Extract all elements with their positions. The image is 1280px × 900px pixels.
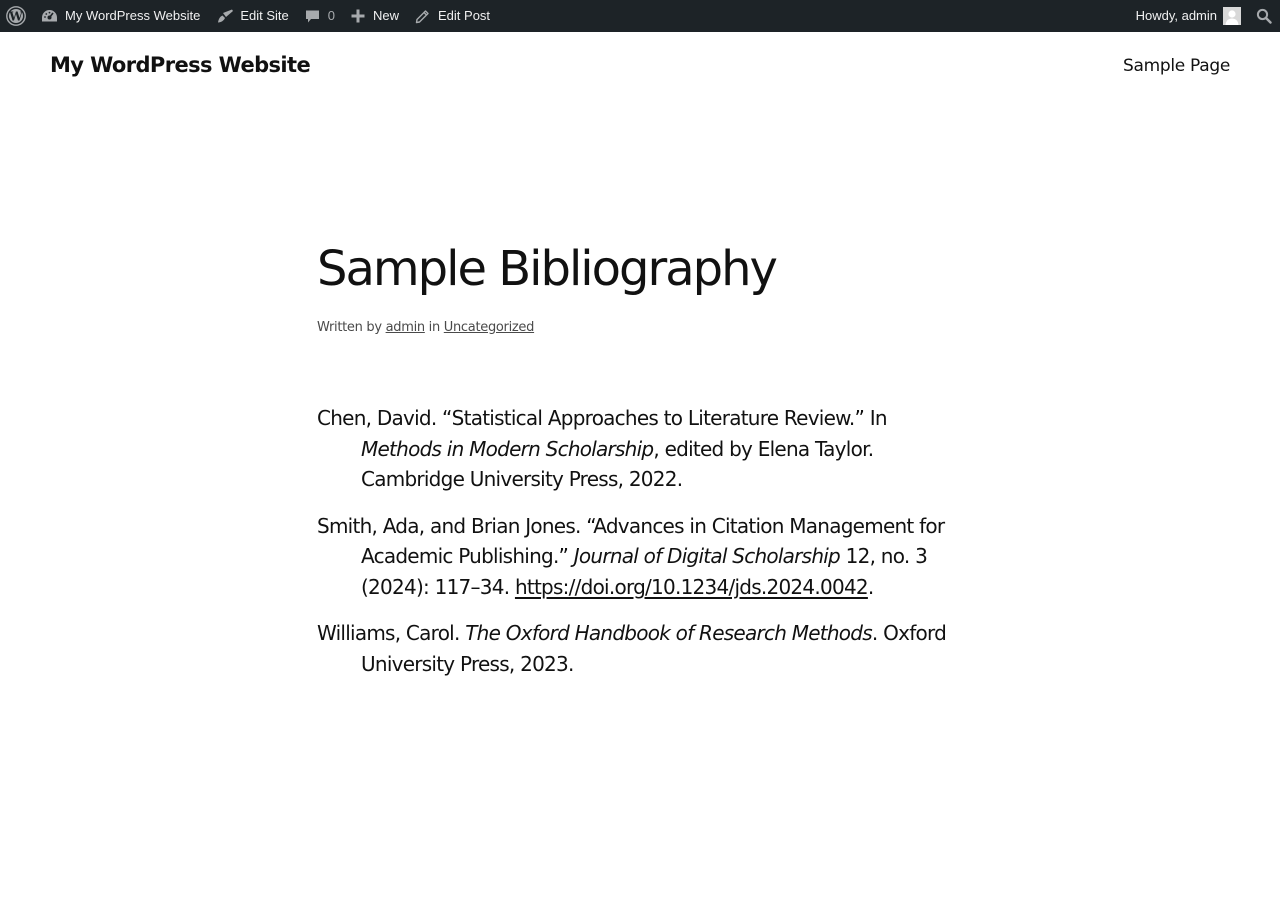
post-meta: Written by admin in Uncategorized [317, 320, 967, 335]
bibliography-entry: Chen, David. “Statistical Approaches to … [317, 403, 967, 495]
admin-bar: W My WordPress Website Edit Site 0 New E… [0, 0, 1280, 32]
edit-site-link[interactable]: Edit Site [208, 0, 296, 32]
site-header: My WordPress Website Sample Page [0, 32, 1280, 104]
plus-icon [351, 9, 365, 23]
entry-title: Journal of Digital Scholarship [573, 544, 841, 568]
written-by-text: Written by [317, 320, 382, 335]
paintbrush-icon [218, 9, 234, 23]
in-text: in [428, 320, 441, 335]
bibliography: Chen, David. “Statistical Approaches to … [317, 403, 967, 679]
wordpress-menu[interactable]: W [0, 0, 33, 32]
howdy-label: Howdy, admin [1135, 8, 1217, 23]
dashboard-icon [42, 10, 57, 22]
entry-text: Chen, David. “Statistical Approaches to … [317, 406, 888, 430]
my-account-menu[interactable]: Howdy, admin [1128, 0, 1246, 32]
admin-search-button[interactable] [1246, 0, 1280, 32]
edit-post-label: Edit Post [438, 8, 491, 23]
doi-link[interactable]: https://doi.org/10.1234/jds.2024.0042 [515, 575, 869, 599]
site-name-label: My WordPress Website [65, 8, 201, 23]
author-link[interactable]: admin [386, 320, 426, 335]
post-title: Sample Bibliography [317, 241, 778, 297]
bibliography-entry: Smith, Ada, and Brian Jones. “Advances i… [317, 511, 967, 603]
bibliography-entry: Williams, Carol. The Oxford Handbook of … [317, 618, 967, 679]
entry-text: Williams, Carol. [317, 621, 466, 645]
search-icon [1256, 8, 1272, 24]
new-label: New [373, 8, 400, 23]
edit-site-label: Edit Site [240, 8, 289, 23]
comments-count: 0 [327, 8, 335, 23]
comments-link[interactable]: 0 [297, 0, 343, 32]
new-content-menu[interactable]: New [343, 0, 407, 32]
site-name-menu[interactable]: My WordPress Website [33, 0, 208, 32]
wordpress-logo-icon: W [6, 6, 26, 26]
pencil-icon [415, 9, 429, 23]
avatar-icon [1223, 7, 1241, 25]
post-content: Sample Bibliography Written by admin in … [317, 236, 967, 695]
site-title-link[interactable]: My WordPress Website [50, 53, 311, 77]
svg-text:W: W [8, 9, 23, 23]
entry-text: . [867, 574, 874, 599]
nav-item-sample-page[interactable]: Sample Page [1123, 56, 1230, 76]
comment-bubble-icon [305, 10, 319, 22]
admin-bar-left: W My WordPress Website Edit Site 0 New E… [0, 0, 498, 32]
entry-title: Methods in Modern Scholarship [361, 436, 654, 461]
admin-bar-right: Howdy, admin [1128, 0, 1280, 32]
category-link[interactable]: Uncategorized [444, 320, 535, 335]
edit-post-link[interactable]: Edit Post [407, 0, 498, 32]
entry-title: The Oxford Handbook of Research Methods [465, 621, 872, 645]
